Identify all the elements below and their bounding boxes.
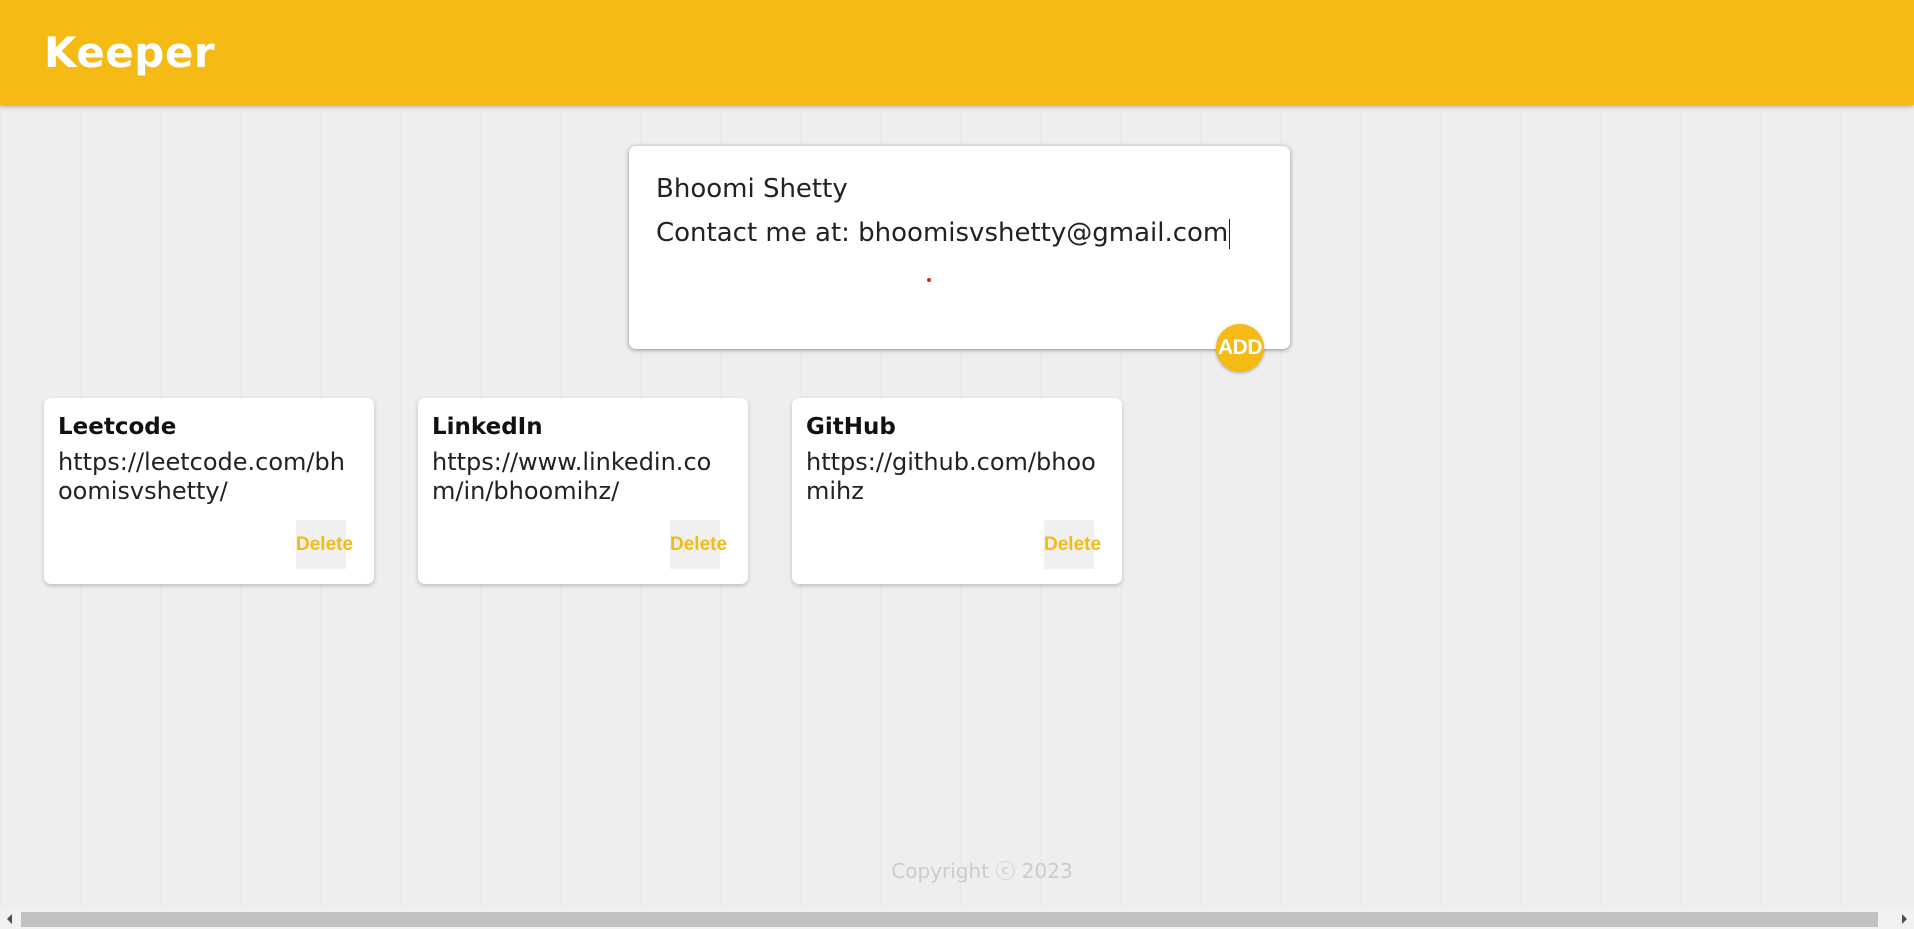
- scrollbar-thumb[interactable]: [21, 912, 1878, 927]
- note-card: GitHub https://github.com/bhoomihz Delet…: [792, 398, 1122, 584]
- note-card: Leetcode https://leetcode.com/bhoomisvsh…: [44, 398, 374, 584]
- add-note-button[interactable]: ADD: [1216, 324, 1264, 372]
- note-card: LinkedIn https://www.linkedin.com/in/bho…: [418, 398, 748, 584]
- app-header: Keeper: [0, 0, 1914, 105]
- note-content: https://www.linkedin.com/in/bhoomihz/: [432, 448, 712, 505]
- chevron-left-icon[interactable]: [7, 914, 12, 924]
- note-content-text: Contact me at: bhoomisvshetty@gmail.com: [656, 218, 1229, 248]
- page-footer: Copyright ⓒ 2023: [0, 855, 1914, 884]
- note-content: https://github.com/bhoomihz: [806, 448, 1096, 505]
- note-title: LinkedIn: [432, 414, 543, 440]
- note-title: GitHub: [806, 414, 896, 440]
- text-caret: [1229, 218, 1231, 249]
- delete-note-button[interactable]: Delete: [1044, 520, 1101, 569]
- note-content-textarea[interactable]: Contact me at: bhoomisvshetty@gmail.com: [656, 216, 1266, 250]
- app-title: Keeper: [44, 28, 216, 77]
- cursor-dot: [927, 278, 931, 282]
- delete-note-button[interactable]: Delete: [670, 520, 727, 569]
- copyright-text: Copyright ⓒ 2023: [891, 859, 1073, 883]
- note-title-input[interactable]: Bhoomi Shetty: [656, 172, 1256, 206]
- create-note-form: Bhoomi Shetty Contact me at: bhoomisvshe…: [629, 146, 1290, 349]
- chevron-right-icon[interactable]: [1902, 914, 1907, 924]
- note-content: https://leetcode.com/bhoomisvshetty/: [58, 448, 345, 505]
- horizontal-scrollbar[interactable]: [0, 909, 1914, 929]
- note-title: Leetcode: [58, 414, 177, 440]
- delete-note-button[interactable]: Delete: [296, 520, 353, 569]
